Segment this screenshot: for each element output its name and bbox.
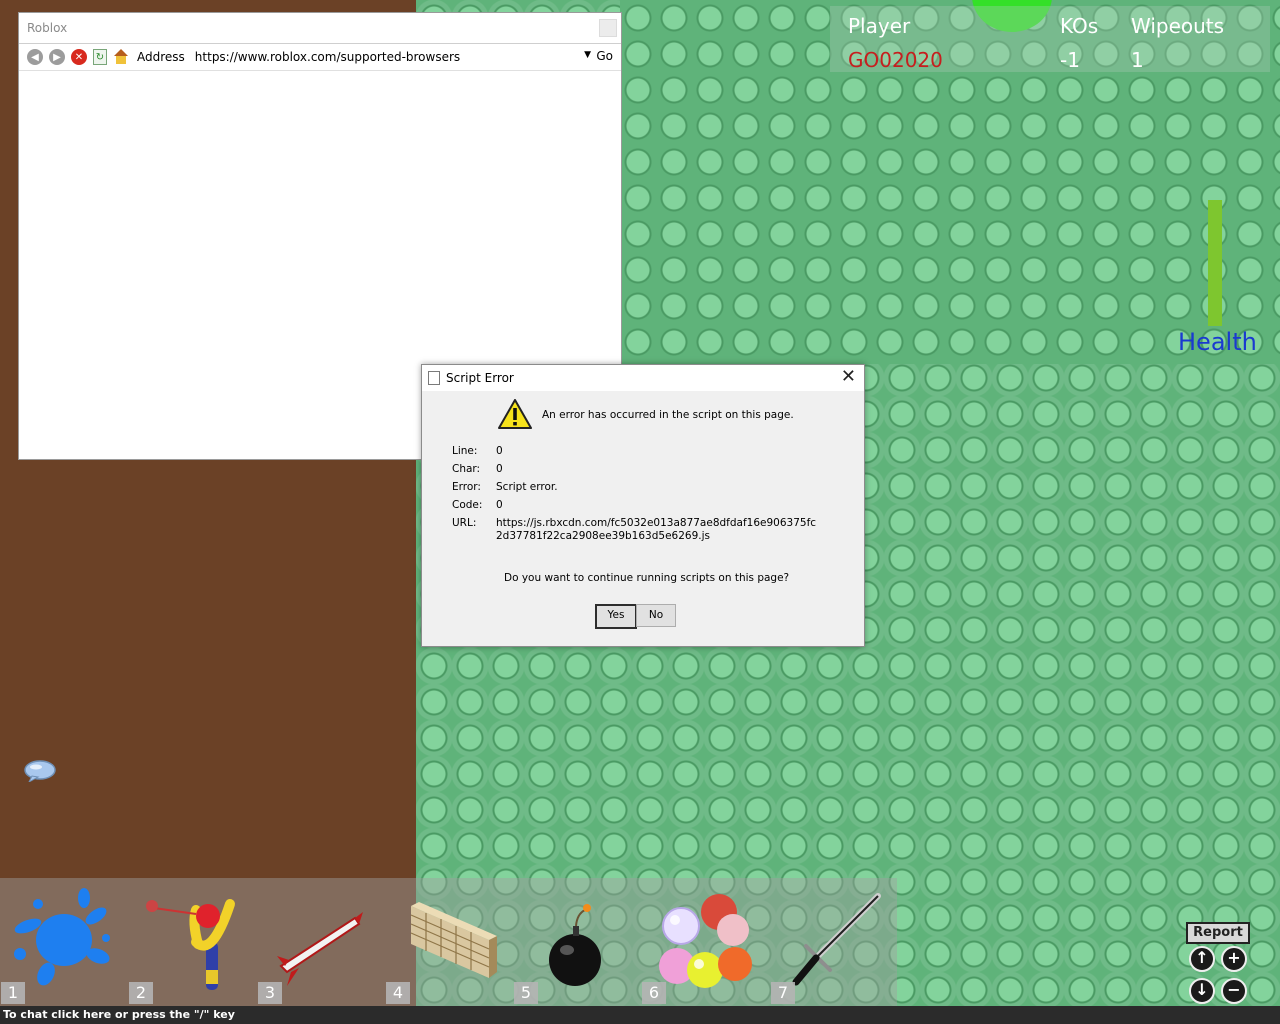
zoom-out-icon[interactable]: − bbox=[1221, 978, 1247, 1004]
browser-title: Roblox bbox=[27, 21, 68, 35]
address-input[interactable]: https://www.roblox.com/supported-browser… bbox=[195, 50, 460, 64]
dialog-question: Do you want to continue running scripts … bbox=[504, 572, 790, 584]
tool-slot-number: 7 bbox=[771, 982, 795, 1004]
brick-wall-icon bbox=[410, 902, 497, 978]
url-label: URL: bbox=[452, 517, 477, 529]
stop-icon[interactable]: ✕ bbox=[71, 49, 87, 65]
address-dropdown-icon[interactable]: ▼ bbox=[584, 50, 591, 60]
warning-icon bbox=[498, 399, 532, 429]
tool-slot-1[interactable]: 1 bbox=[0, 878, 128, 1006]
tool-slot-5[interactable]: 5 bbox=[513, 878, 641, 1006]
leaderboard-kos-value: -1 bbox=[1060, 48, 1080, 72]
leaderboard: Player KOs Wipeouts GO02020 -1 1 bbox=[830, 6, 1270, 72]
report-button[interactable]: Report bbox=[1186, 922, 1250, 944]
slingshot-icon bbox=[146, 899, 235, 990]
address-label: Address bbox=[137, 50, 185, 64]
leaderboard-header-player: Player bbox=[848, 14, 911, 38]
tool-slot-number: 1 bbox=[1, 982, 25, 1004]
tool-slot-7[interactable]: 7 bbox=[770, 878, 898, 1006]
line-label: Line: bbox=[452, 445, 478, 457]
tool-slot-number: 3 bbox=[258, 982, 282, 1004]
char-value: 0 bbox=[496, 463, 503, 475]
leaderboard-wipeouts-value: 1 bbox=[1131, 48, 1144, 72]
health-bar bbox=[1208, 200, 1222, 326]
browser-close-button[interactable] bbox=[599, 19, 617, 37]
tool-slot-3[interactable]: 3 bbox=[257, 878, 385, 1006]
tool-slot-4[interactable]: 4 bbox=[385, 878, 513, 1006]
tool-bar: 1 2 3 4 5 6 7 bbox=[0, 878, 897, 1006]
dialog-message: An error has occurred in the script on t… bbox=[542, 409, 794, 421]
marbles-icon bbox=[659, 894, 752, 988]
char-label: Char: bbox=[452, 463, 481, 475]
tool-slot-number: 2 bbox=[129, 982, 153, 1004]
tool-slot-number: 6 bbox=[642, 982, 666, 1004]
dialog-titlebar[interactable]: Script Error ✕ bbox=[422, 365, 864, 391]
yes-button[interactable]: Yes bbox=[595, 604, 637, 629]
bomb-icon bbox=[549, 904, 601, 986]
browser-toolbar: ◀ ▶ ✕ ↻ Address https://www.roblox.com/s… bbox=[19, 44, 621, 71]
health-label: Health bbox=[1178, 328, 1257, 356]
zoom-in-icon[interactable]: + bbox=[1221, 946, 1247, 972]
health-bar-fill bbox=[1208, 200, 1222, 326]
dialog-title: Script Error bbox=[446, 371, 514, 385]
camera-up-icon[interactable]: ↑ bbox=[1189, 946, 1215, 972]
forward-arrow-icon[interactable]: ▶ bbox=[49, 49, 65, 65]
home-icon[interactable] bbox=[113, 49, 129, 65]
refresh-icon[interactable]: ↻ bbox=[93, 49, 107, 65]
leaderboard-header-kos: KOs bbox=[1060, 14, 1099, 38]
line-value: 0 bbox=[496, 445, 503, 457]
camera-down-icon[interactable]: ↓ bbox=[1189, 978, 1215, 1004]
error-value: Script error. bbox=[496, 481, 558, 493]
chat-hint-bar[interactable]: To chat click here or press the "/" key bbox=[0, 1006, 1280, 1024]
code-label: Code: bbox=[452, 499, 483, 511]
tool-slot-number: 4 bbox=[386, 982, 410, 1004]
code-value: 0 bbox=[496, 499, 503, 511]
no-button[interactable]: No bbox=[636, 604, 676, 627]
dialog-close-button[interactable]: ✕ bbox=[841, 365, 856, 389]
rocket-icon bbox=[277, 912, 363, 986]
leaderboard-player-name[interactable]: GO02020 bbox=[848, 48, 943, 72]
document-icon bbox=[428, 371, 440, 385]
tool-slot-2[interactable]: 2 bbox=[128, 878, 256, 1006]
url-value: https://js.rbxcdn.com/fc5032e013a877ae8d… bbox=[496, 517, 817, 542]
tool-slot-number: 5 bbox=[514, 982, 538, 1004]
tool-slot-6[interactable]: 6 bbox=[641, 878, 769, 1006]
go-button[interactable]: Go bbox=[596, 49, 613, 63]
browser-titlebar[interactable]: Roblox bbox=[19, 13, 621, 44]
error-label: Error: bbox=[452, 481, 481, 493]
leaderboard-header-wipeouts: Wipeouts bbox=[1131, 14, 1225, 38]
script-error-dialog: Script Error ✕ An error has occurred in … bbox=[421, 364, 865, 647]
chat-bubble-icon[interactable] bbox=[24, 760, 56, 782]
sword-icon bbox=[792, 893, 881, 986]
back-arrow-icon[interactable]: ◀ bbox=[27, 49, 43, 65]
paint-splat-icon bbox=[14, 888, 110, 986]
